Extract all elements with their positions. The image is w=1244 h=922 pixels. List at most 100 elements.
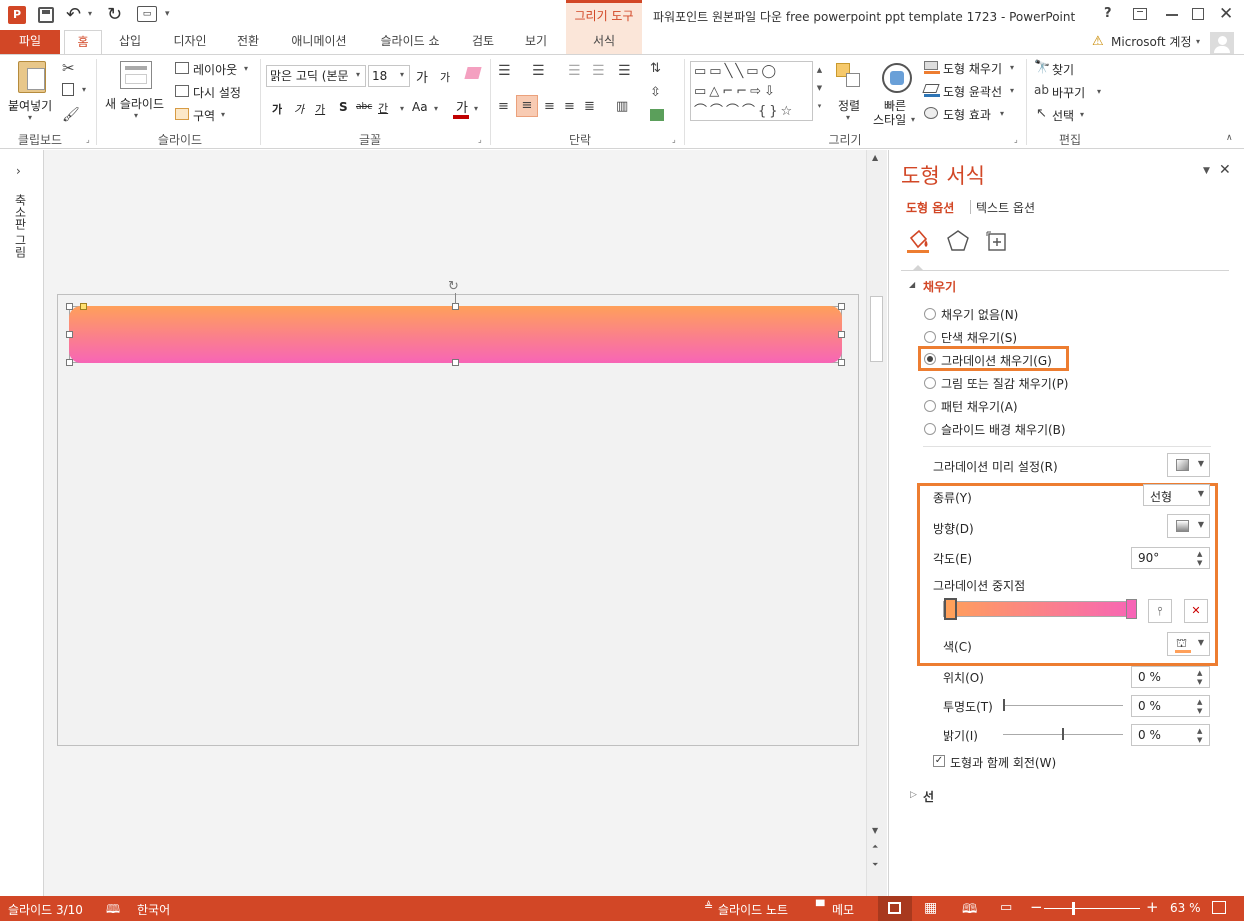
align-center-icon[interactable]: ≡ [516, 95, 538, 117]
tab-format[interactable]: 서식 [566, 30, 642, 54]
replace-button[interactable]: 바꾸기 [1052, 84, 1085, 101]
slideshow-view-icon[interactable]: ▭ [1000, 900, 1012, 915]
align-text-icon[interactable]: ⇳ [650, 85, 661, 100]
account-dropdown-icon[interactable]: ▾ [1196, 37, 1200, 46]
format-painter-icon[interactable]: 🖌 [62, 107, 80, 123]
avatar[interactable] [1210, 32, 1234, 56]
paste-button[interactable]: 붙여넣기 [8, 97, 52, 114]
layout-dropdown-icon[interactable]: ▾ [244, 64, 248, 73]
size-properties-icon[interactable] [985, 230, 1009, 254]
zoom-slider-track[interactable] [1044, 908, 1140, 909]
radio-gradient-fill[interactable] [924, 353, 936, 365]
shapes-gallery-scroll[interactable]: ▲ ▼ ▾ [812, 61, 826, 121]
increase-indent-icon[interactable]: ☰ [592, 63, 605, 79]
pane-options-dropdown-icon[interactable]: ▼ [1203, 166, 1210, 176]
justify-icon[interactable]: ≡ [564, 99, 575, 114]
fit-to-window-icon[interactable] [1212, 901, 1226, 914]
resize-handle[interactable] [66, 331, 73, 338]
copy-dropdown-icon[interactable]: ▾ [82, 85, 86, 94]
customize-toolbar-icon[interactable]: ▾ [165, 9, 170, 19]
shape-fill-button[interactable]: 도형 채우기 [943, 60, 1002, 77]
tab-design[interactable]: 디자인 [165, 30, 215, 54]
zoom-in-icon[interactable]: + [1146, 898, 1159, 916]
shrink-font-button[interactable]: 가 [440, 69, 450, 85]
tab-view[interactable]: 보기 [517, 30, 555, 54]
radio-background-fill[interactable] [924, 423, 936, 435]
help-button[interactable]: ? [1104, 6, 1112, 21]
option-gradient-fill[interactable]: 그라데이션 채우기(G) [941, 352, 1052, 369]
grow-font-button[interactable]: 가 [416, 67, 428, 86]
align-right-icon[interactable]: ≡ [544, 99, 555, 114]
shape-effects-button[interactable]: 도형 효과 [943, 106, 991, 123]
color-dropdown[interactable]: ⛫ ▼ [1167, 632, 1210, 656]
option-solid-fill[interactable]: 단색 채우기(S) [941, 329, 1017, 346]
new-slide-button[interactable]: 새 슬라이드 [105, 95, 164, 112]
layout-icon[interactable] [175, 62, 189, 74]
quick-styles-dropdown-icon[interactable]: ▾ [911, 115, 915, 124]
shape-fill-dropdown-icon[interactable]: ▾ [1010, 63, 1014, 72]
slide-counter[interactable]: 슬라이드 3/10 [8, 901, 83, 918]
tab-file[interactable]: 파일 [0, 30, 60, 54]
effects-icon[interactable] [946, 229, 970, 253]
quick-styles-icon[interactable] [882, 63, 912, 93]
account-name[interactable]: Microsoft 계정 [1111, 33, 1192, 50]
arrange-icon[interactable] [836, 63, 862, 89]
scroll-up-icon[interactable]: ▲ [872, 153, 878, 162]
next-slide-icon[interactable]: ⏷ [872, 860, 878, 870]
new-slide-icon[interactable] [120, 61, 152, 89]
normal-view-icon[interactable] [878, 896, 912, 921]
resize-handle[interactable] [838, 331, 845, 338]
brightness-spinner[interactable]: 0 % ▲ ▼ [1131, 724, 1210, 746]
strikethrough-button[interactable]: abc [356, 102, 372, 112]
section-icon[interactable] [175, 108, 189, 120]
section-button[interactable]: 구역 [193, 107, 215, 124]
clipboard-launcher-icon[interactable]: ⌟ [86, 135, 90, 144]
previous-slide-icon[interactable]: ⏶ [872, 842, 878, 852]
tab-animations[interactable]: 애니메이션 [283, 30, 355, 54]
radio-solid-fill[interactable] [924, 331, 936, 343]
resize-handle[interactable] [66, 303, 73, 310]
font-name-box[interactable]: 맑은 고딕 (본문 [266, 65, 366, 87]
new-slide-dropdown-icon[interactable]: ▾ [134, 111, 138, 120]
slideshow-start-icon[interactable]: ▭ [137, 6, 157, 22]
preset-gradients-dropdown[interactable]: ▼ [1167, 453, 1210, 477]
decrease-indent-icon[interactable]: ☰ [568, 63, 581, 79]
angle-spinner[interactable]: 90° ▲ ▼ [1131, 547, 1210, 569]
fill-section-header[interactable]: 채우기 [923, 278, 956, 295]
gradient-stop-right[interactable] [1126, 599, 1137, 619]
comments-button[interactable]: 메모 [832, 901, 854, 918]
resize-handle[interactable] [838, 359, 845, 366]
find-button[interactable]: 찾기 [1052, 61, 1074, 78]
language-indicator[interactable]: 한국어 [137, 901, 170, 918]
tab-shape-options[interactable]: 도형 옵션 [906, 199, 954, 216]
option-pattern-fill[interactable]: 패턴 채우기(A) [941, 398, 1018, 415]
font-size-dropdown-icon[interactable]: ▾ [400, 70, 404, 79]
columns-icon[interactable]: ▥ [616, 99, 628, 114]
replace-dropdown-icon[interactable]: ▾ [1097, 87, 1101, 96]
distributed-icon[interactable]: ≣ [584, 99, 595, 114]
select-button[interactable]: 선택 [1052, 107, 1074, 124]
gradient-stop-left[interactable] [944, 598, 957, 620]
reading-view-icon[interactable]: 🕮 [962, 900, 977, 922]
section-dropdown-icon[interactable]: ▾ [221, 110, 225, 119]
change-case-dropdown-icon[interactable]: ▾ [434, 104, 438, 113]
line-spacing-icon[interactable]: ☰ [618, 63, 631, 79]
paste-dropdown-icon[interactable]: ▾ [28, 113, 32, 122]
notes-icon[interactable]: ≜ [704, 900, 713, 913]
quick-styles-label-2[interactable]: 스타일 [873, 111, 906, 128]
remove-gradient-stop-icon[interactable]: ✕ [1184, 599, 1208, 623]
ribbon-display-options-icon[interactable] [1133, 8, 1147, 20]
line-section-expand-icon[interactable]: ▷ [910, 790, 917, 800]
underline-button[interactable]: 가 [315, 101, 325, 117]
gradient-stops-bar[interactable] [943, 601, 1137, 617]
position-spinner[interactable]: 0 % ▲ ▼ [1131, 666, 1210, 688]
numbering-icon[interactable]: ☰ [532, 63, 545, 79]
line-section-header[interactable]: 선 [923, 788, 934, 805]
pane-close-icon[interactable]: ✕ [1219, 162, 1231, 178]
radio-pattern-fill[interactable] [924, 400, 936, 412]
bullets-icon[interactable]: ☰ [498, 63, 511, 79]
tab-review[interactable]: 검토 [465, 30, 501, 54]
font-name-dropdown-icon[interactable]: ▾ [356, 70, 360, 79]
brightness-slider-thumb[interactable] [1062, 728, 1064, 740]
expand-thumbnails-icon[interactable]: › [16, 164, 21, 178]
